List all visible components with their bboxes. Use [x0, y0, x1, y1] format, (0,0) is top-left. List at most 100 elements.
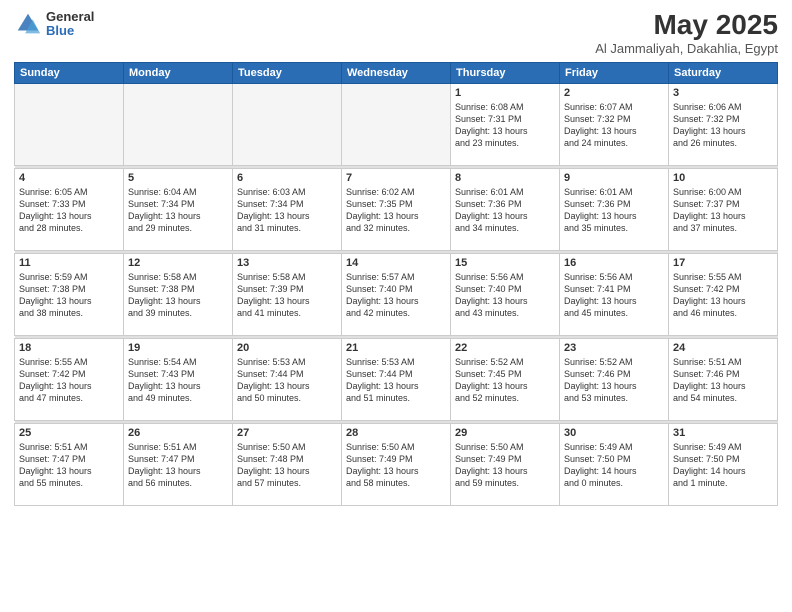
day-info: Sunrise: 5:51 AM Sunset: 7:47 PM Dayligh… — [19, 441, 119, 490]
day-number: 11 — [19, 257, 119, 269]
week-row-4: 18 Sunrise: 5:55 AM Sunset: 7:42 PM Dayli… — [15, 338, 778, 420]
day-cell: 9 Sunrise: 6:01 AM Sunset: 7:36 PM Daylig… — [560, 168, 669, 250]
day-number: 12 — [128, 257, 228, 269]
day-info: Sunrise: 5:55 AM Sunset: 7:42 PM Dayligh… — [19, 356, 119, 405]
day-cell: 29 Sunrise: 5:50 AM Sunset: 7:49 PM Dayli… — [451, 423, 560, 505]
day-cell: 13 Sunrise: 5:58 AM Sunset: 7:39 PM Dayli… — [233, 253, 342, 335]
day-info: Sunrise: 5:53 AM Sunset: 7:44 PM Dayligh… — [237, 356, 337, 405]
day-info: Sunrise: 5:52 AM Sunset: 7:46 PM Dayligh… — [564, 356, 664, 405]
day-info: Sunrise: 6:05 AM Sunset: 7:33 PM Dayligh… — [19, 186, 119, 235]
day-info: Sunrise: 5:49 AM Sunset: 7:50 PM Dayligh… — [564, 441, 664, 490]
day-number: 28 — [346, 427, 446, 439]
day-cell: 2Sunrise: 6:07 AM Sunset: 7:32 PM Daylig… — [560, 83, 669, 165]
day-info: Sunrise: 5:58 AM Sunset: 7:38 PM Dayligh… — [128, 271, 228, 320]
logo-blue-text: Blue — [46, 24, 94, 38]
day-info: Sunrise: 5:55 AM Sunset: 7:42 PM Dayligh… — [673, 271, 773, 320]
col-header-monday: Monday — [124, 62, 233, 83]
day-number: 27 — [237, 427, 337, 439]
day-cell: 8 Sunrise: 6:01 AM Sunset: 7:36 PM Daylig… — [451, 168, 560, 250]
day-number: 2 — [564, 87, 664, 99]
day-cell: 21 Sunrise: 5:53 AM Sunset: 7:44 PM Dayli… — [342, 338, 451, 420]
day-info: Sunrise: 6:04 AM Sunset: 7:34 PM Dayligh… — [128, 186, 228, 235]
day-cell: 10Sunrise: 6:00 AM Sunset: 7:37 PM Dayli… — [669, 168, 778, 250]
col-header-sunday: Sunday — [15, 62, 124, 83]
week-row-5: 25 Sunrise: 5:51 AM Sunset: 7:47 PM Dayli… — [15, 423, 778, 505]
day-info: Sunrise: 5:57 AM Sunset: 7:40 PM Dayligh… — [346, 271, 446, 320]
day-info: Sunrise: 5:50 AM Sunset: 7:49 PM Dayligh… — [346, 441, 446, 490]
day-info: Sunrise: 6:03 AM Sunset: 7:34 PM Dayligh… — [237, 186, 337, 235]
col-header-saturday: Saturday — [669, 62, 778, 83]
week-row-1: 1Sunrise: 6:08 AM Sunset: 7:31 PM Daylig… — [15, 83, 778, 165]
day-number: 19 — [128, 342, 228, 354]
col-header-thursday: Thursday — [451, 62, 560, 83]
col-header-friday: Friday — [560, 62, 669, 83]
page: General Blue May 2025 Al Jammaliyah, Dak… — [0, 0, 792, 612]
day-info: Sunrise: 5:58 AM Sunset: 7:39 PM Dayligh… — [237, 271, 337, 320]
logo: General Blue — [14, 10, 94, 39]
col-header-wednesday: Wednesday — [342, 62, 451, 83]
day-number: 25 — [19, 427, 119, 439]
day-info: Sunrise: 6:02 AM Sunset: 7:35 PM Dayligh… — [346, 186, 446, 235]
day-cell: 30 Sunrise: 5:49 AM Sunset: 7:50 PM Dayli… — [560, 423, 669, 505]
day-cell: 20 Sunrise: 5:53 AM Sunset: 7:44 PM Dayli… — [233, 338, 342, 420]
day-cell: 27 Sunrise: 5:50 AM Sunset: 7:48 PM Dayli… — [233, 423, 342, 505]
logo-general-text: General — [46, 10, 94, 24]
day-cell: 17 Sunrise: 5:55 AM Sunset: 7:42 PM Dayli… — [669, 253, 778, 335]
day-cell: 24 Sunrise: 5:51 AM Sunset: 7:46 PM Dayli… — [669, 338, 778, 420]
title-block: May 2025 Al Jammaliyah, Dakahlia, Egypt — [595, 10, 778, 56]
day-info: Sunrise: 5:50 AM Sunset: 7:49 PM Dayligh… — [455, 441, 555, 490]
day-cell: 23 Sunrise: 5:52 AM Sunset: 7:46 PM Dayli… — [560, 338, 669, 420]
day-info: Sunrise: 5:50 AM Sunset: 7:48 PM Dayligh… — [237, 441, 337, 490]
day-info: Sunrise: 6:01 AM Sunset: 7:36 PM Dayligh… — [564, 186, 664, 235]
day-number: 26 — [128, 427, 228, 439]
header: General Blue May 2025 Al Jammaliyah, Dak… — [14, 10, 778, 56]
day-number: 20 — [237, 342, 337, 354]
day-number: 10 — [673, 172, 773, 184]
day-cell: 5 Sunrise: 6:04 AM Sunset: 7:34 PM Daylig… — [124, 168, 233, 250]
day-number: 18 — [19, 342, 119, 354]
logo-icon — [14, 10, 42, 38]
day-number: 6 — [237, 172, 337, 184]
day-cell: 1Sunrise: 6:08 AM Sunset: 7:31 PM Daylig… — [451, 83, 560, 165]
day-cell: 19 Sunrise: 5:54 AM Sunset: 7:43 PM Dayli… — [124, 338, 233, 420]
day-number: 3 — [673, 87, 773, 99]
day-cell — [233, 83, 342, 165]
day-cell: 18 Sunrise: 5:55 AM Sunset: 7:42 PM Dayli… — [15, 338, 124, 420]
day-cell: 4 Sunrise: 6:05 AM Sunset: 7:33 PM Daylig… — [15, 168, 124, 250]
day-cell — [342, 83, 451, 165]
day-info: Sunrise: 5:59 AM Sunset: 7:38 PM Dayligh… — [19, 271, 119, 320]
day-cell: 26Sunrise: 5:51 AM Sunset: 7:47 PM Dayli… — [124, 423, 233, 505]
day-cell: 3 Sunrise: 6:06 AM Sunset: 7:32 PM Daylig… — [669, 83, 778, 165]
day-number: 24 — [673, 342, 773, 354]
day-info: Sunrise: 5:52 AM Sunset: 7:45 PM Dayligh… — [455, 356, 555, 405]
day-number: 30 — [564, 427, 664, 439]
day-number: 14 — [346, 257, 446, 269]
day-cell — [124, 83, 233, 165]
calendar-subtitle: Al Jammaliyah, Dakahlia, Egypt — [595, 41, 778, 56]
day-number: 15 — [455, 257, 555, 269]
day-number: 23 — [564, 342, 664, 354]
day-number: 17 — [673, 257, 773, 269]
day-number: 9 — [564, 172, 664, 184]
day-number: 29 — [455, 427, 555, 439]
day-number: 5 — [128, 172, 228, 184]
logo-text: General Blue — [46, 10, 94, 39]
day-cell: 15Sunrise: 5:56 AM Sunset: 7:40 PM Dayli… — [451, 253, 560, 335]
day-cell: 28 Sunrise: 5:50 AM Sunset: 7:49 PM Dayli… — [342, 423, 451, 505]
day-number: 8 — [455, 172, 555, 184]
day-info: Sunrise: 5:54 AM Sunset: 7:43 PM Dayligh… — [128, 356, 228, 405]
day-number: 13 — [237, 257, 337, 269]
day-cell: 31Sunrise: 5:49 AM Sunset: 7:50 PM Dayli… — [669, 423, 778, 505]
day-number: 4 — [19, 172, 119, 184]
day-cell: 25 Sunrise: 5:51 AM Sunset: 7:47 PM Dayli… — [15, 423, 124, 505]
day-cell — [15, 83, 124, 165]
week-row-2: 4 Sunrise: 6:05 AM Sunset: 7:33 PM Daylig… — [15, 168, 778, 250]
day-number: 22 — [455, 342, 555, 354]
day-cell: 7Sunrise: 6:02 AM Sunset: 7:35 PM Daylig… — [342, 168, 451, 250]
day-info: Sunrise: 6:06 AM Sunset: 7:32 PM Dayligh… — [673, 101, 773, 150]
calendar-title: May 2025 — [595, 10, 778, 41]
day-info: Sunrise: 5:51 AM Sunset: 7:46 PM Dayligh… — [673, 356, 773, 405]
day-info: Sunrise: 5:53 AM Sunset: 7:44 PM Dayligh… — [346, 356, 446, 405]
day-number: 21 — [346, 342, 446, 354]
day-info: Sunrise: 6:01 AM Sunset: 7:36 PM Dayligh… — [455, 186, 555, 235]
